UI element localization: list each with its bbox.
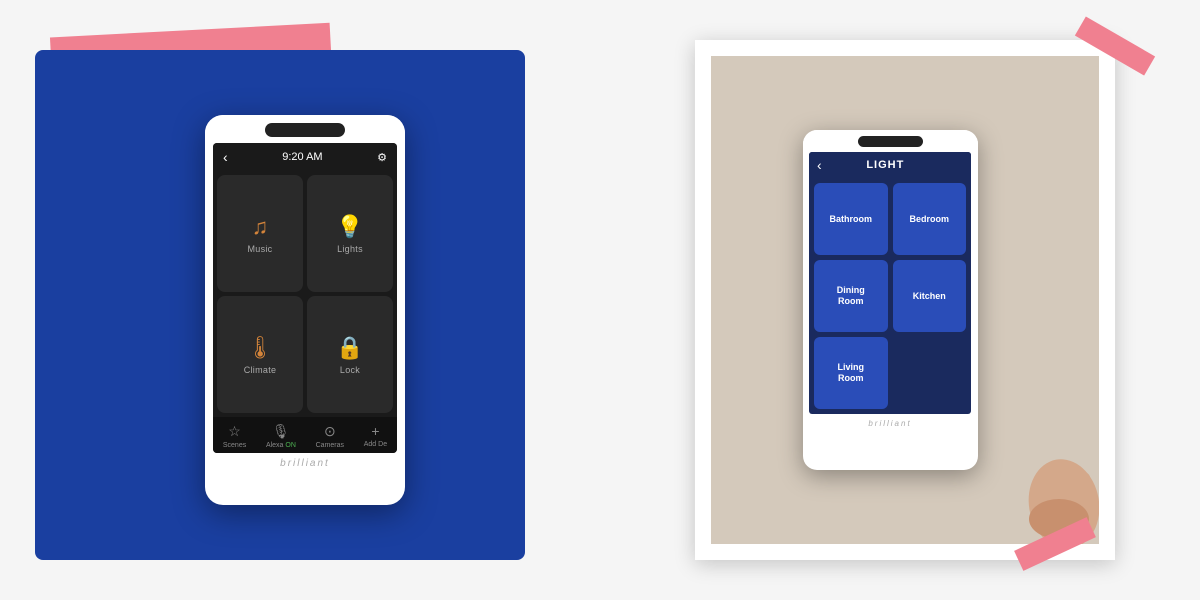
- cameras-label: Cameras: [316, 442, 344, 449]
- climate-icon: 🌡: [246, 335, 274, 361]
- grid-item-climate[interactable]: 🌡 Climate: [217, 296, 303, 413]
- device-right: ‹ LIGHT Bathroom Bedroom DiningRoom Kitc…: [803, 130, 978, 470]
- photo-inner: ‹ LIGHT Bathroom Bedroom DiningRoom Kitc…: [711, 56, 1099, 544]
- camera-bar-left: [265, 123, 345, 137]
- room-btn-bathroom[interactable]: Bathroom: [814, 183, 888, 255]
- add-icon: +: [371, 423, 379, 439]
- device-left: ‹ 9:20 AM ⚙ ♫ Music 💡 Lights 🌡 Climate: [205, 115, 405, 505]
- bottom-cameras[interactable]: ⊙ Cameras: [316, 423, 344, 449]
- grid-item-lights[interactable]: 💡 Lights: [307, 175, 393, 292]
- scenes-label: Scenes: [223, 442, 246, 449]
- room-btn-bedroom[interactable]: Bedroom: [893, 183, 967, 255]
- main-grid: ♫ Music 💡 Lights 🌡 Climate 🔒 Lock: [213, 171, 397, 417]
- climate-label: Climate: [244, 365, 277, 375]
- grid-item-lock[interactable]: 🔒 Lock: [307, 296, 393, 413]
- lock-icon: 🔒: [336, 335, 363, 361]
- scenes-icon: ☆: [228, 423, 241, 440]
- gear-icon-left[interactable]: ⚙: [377, 151, 387, 164]
- light-room-grid: Bathroom Bedroom DiningRoom Kitchen Livi…: [809, 178, 971, 414]
- device-top-bar-left: [205, 115, 405, 143]
- cameras-icon: ⊙: [324, 423, 336, 440]
- time-display: 9:20 AM: [282, 151, 322, 163]
- screen-header-left: ‹ 9:20 AM ⚙: [213, 143, 397, 171]
- screen-right: ‹ LIGHT Bathroom Bedroom DiningRoom Kitc…: [809, 152, 971, 414]
- back-arrow-left[interactable]: ‹: [223, 149, 228, 165]
- music-label: Music: [247, 244, 272, 254]
- lock-label: Lock: [340, 365, 360, 375]
- brand-label-left: brilliant: [205, 453, 405, 474]
- brand-label-right: brilliant: [803, 414, 978, 433]
- room-btn-living[interactable]: LivingRoom: [814, 337, 888, 409]
- room-btn-kitchen[interactable]: Kitchen: [893, 260, 967, 332]
- alexa-icon: 🎙: [272, 423, 290, 440]
- bottom-add[interactable]: + Add De: [364, 423, 387, 448]
- screen-left: ‹ 9:20 AM ⚙ ♫ Music 💡 Lights 🌡 Climate: [213, 143, 397, 453]
- lights-label: Lights: [337, 244, 363, 254]
- lights-icon: 💡: [336, 214, 363, 240]
- right-panel: ‹ LIGHT Bathroom Bedroom DiningRoom Kitc…: [635, 15, 1175, 585]
- bottom-scenes[interactable]: ☆ Scenes: [223, 423, 246, 449]
- bottom-bar-left: ☆ Scenes 🎙 Alexa ON ⊙ Cameras + Add De: [213, 417, 397, 453]
- screen-header-right: ‹ LIGHT: [809, 152, 971, 178]
- screen-title-right: LIGHT: [866, 159, 904, 171]
- alexa-on-badge: ON: [285, 442, 296, 449]
- camera-bar-right: [858, 136, 923, 147]
- device-top-bar-right: [803, 130, 978, 152]
- bottom-alexa[interactable]: 🎙 Alexa ON: [266, 423, 296, 449]
- music-icon: ♫: [252, 214, 269, 240]
- add-label: Add De: [364, 441, 387, 448]
- back-arrow-right[interactable]: ‹: [817, 157, 822, 173]
- left-panel: ‹ 9:20 AM ⚙ ♫ Music 💡 Lights 🌡 Climate: [25, 20, 585, 580]
- photo-frame: ‹ LIGHT Bathroom Bedroom DiningRoom Kitc…: [695, 40, 1115, 560]
- alexa-label: Alexa ON: [266, 442, 296, 449]
- grid-item-music[interactable]: ♫ Music: [217, 175, 303, 292]
- room-btn-dining[interactable]: DiningRoom: [814, 260, 888, 332]
